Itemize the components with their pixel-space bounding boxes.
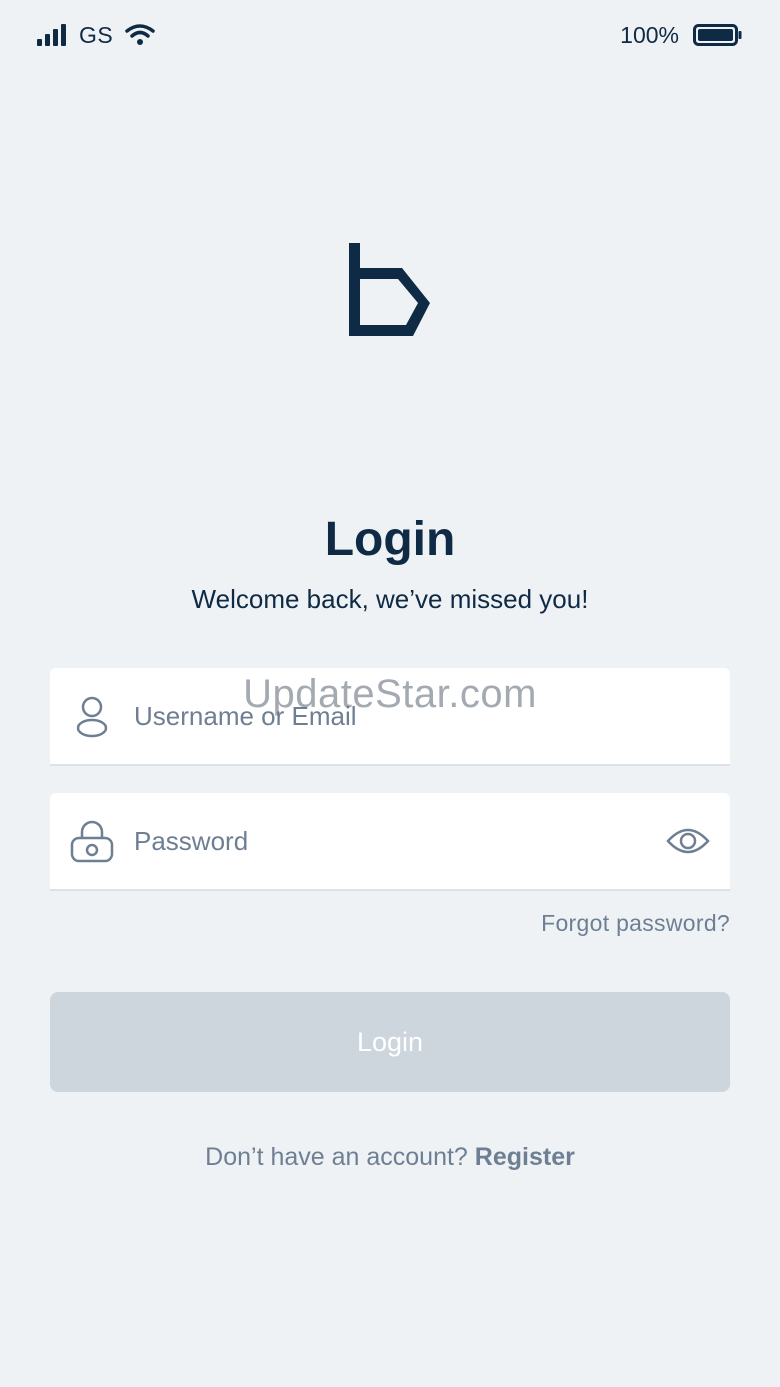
username-field[interactable] — [50, 668, 730, 766]
register-prompt: Don’t have an account? Register — [0, 1143, 780, 1172]
carrier-label: GS — [79, 21, 114, 48]
register-prompt-text: Don’t have an account? — [205, 1143, 468, 1171]
status-bar-right: 100% — [620, 20, 743, 50]
password-input[interactable] — [134, 793, 654, 889]
register-link[interactable]: Register — [475, 1143, 575, 1171]
password-field[interactable] — [50, 793, 730, 891]
battery-icon — [693, 24, 742, 46]
lock-icon — [70, 820, 114, 863]
forgot-password-link[interactable]: Forgot password? — [541, 910, 730, 937]
eye-icon[interactable] — [666, 823, 710, 859]
page-subtitle: Welcome back, we’ve missed you! — [191, 584, 589, 614]
username-input[interactable] — [134, 668, 654, 764]
battery-percent: 100% — [620, 21, 679, 48]
signal-icon — [37, 24, 67, 46]
wifi-icon — [125, 24, 155, 45]
login-button[interactable]: Login — [50, 992, 730, 1092]
user-icon — [76, 696, 108, 738]
brand-logo-icon — [349, 243, 430, 336]
status-bar: GS 100% — [0, 0, 780, 70]
page-title: Login — [324, 513, 456, 566]
status-bar-left: GS — [37, 20, 155, 50]
